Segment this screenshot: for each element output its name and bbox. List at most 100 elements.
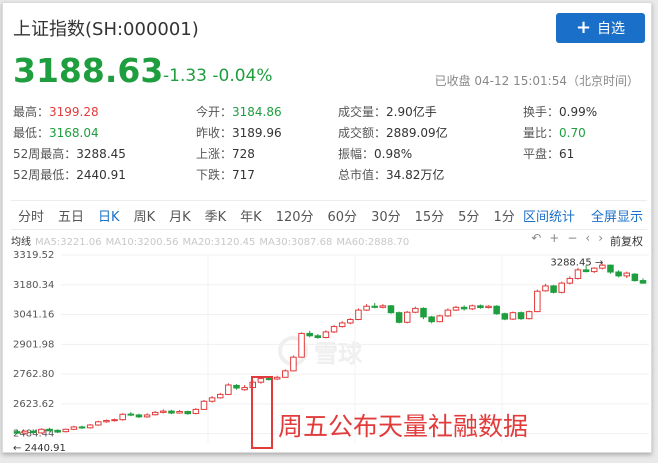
candle	[615, 271, 622, 277]
stat-item: 最低：3168.04	[13, 124, 99, 141]
candle	[200, 400, 208, 410]
tab-分时[interactable]: 分时	[11, 206, 51, 225]
candle	[590, 267, 598, 273]
tab-60分[interactable]: 60分	[321, 206, 365, 225]
tab-list: 分时 五日 日K 周K 月K 季K 年K 120分 60分 30分 15分 5分 1分	[11, 206, 522, 225]
candle	[469, 305, 476, 310]
candle	[225, 384, 232, 395]
y-tick-label: 2762.80	[13, 369, 54, 380]
candle	[103, 420, 110, 423]
candle	[436, 315, 444, 323]
y-tick-label: 2623.62	[13, 399, 54, 410]
stat-label: 总市值：	[338, 168, 387, 182]
tab-周K[interactable]: 周K	[127, 206, 163, 225]
tab-120分[interactable]: 120分	[269, 206, 321, 225]
stat-value: 3199.28	[49, 105, 99, 119]
candle	[273, 376, 281, 380]
stat-item: 平盘：61	[523, 145, 574, 162]
undo-icon[interactable]: ↶	[531, 231, 541, 245]
candle	[176, 411, 183, 414]
stock-title: 上证指数(SH:000001)	[13, 19, 199, 40]
stat-item: 换手：0.99%	[523, 103, 597, 120]
add-to-watchlist-button[interactable]: + 自选	[556, 13, 645, 43]
stat-item: 成交额：2889.09亿	[338, 124, 448, 141]
candle	[38, 428, 45, 434]
candle	[631, 273, 639, 282]
stat-label: 平盘：	[523, 147, 560, 161]
candle	[525, 311, 533, 320]
stat-value: 0.70	[559, 126, 586, 140]
stat-value: 3168.04	[49, 126, 99, 140]
candle	[566, 277, 574, 284]
candle	[542, 285, 549, 292]
min-label: ← 2440.91	[13, 443, 66, 453]
candle	[574, 269, 582, 279]
candle	[355, 309, 362, 321]
stock-quote-card: 上证指数(SH:000001) + 自选 3188.63 -1.33 -0.04…	[2, 2, 652, 453]
candle	[127, 413, 135, 416]
current-price: 3188.63	[13, 51, 164, 90]
candle	[78, 426, 86, 429]
candle	[314, 335, 322, 338]
stat-value: 728	[232, 147, 255, 161]
candle	[119, 413, 126, 421]
max-label: 3288.45 →	[550, 257, 603, 268]
candle	[395, 312, 403, 323]
tab-月K[interactable]: 月K	[162, 206, 198, 225]
stat-label: 换手：	[523, 105, 560, 119]
candle	[509, 312, 517, 320]
candle	[298, 332, 305, 358]
candle	[143, 414, 151, 418]
prev-icon[interactable]: ‹	[585, 231, 590, 245]
tab-季K[interactable]: 季K	[198, 206, 234, 225]
tab-link[interactable]: 全屏显示	[591, 206, 643, 225]
stat-label: 振幅：	[338, 147, 375, 161]
stat-value: 2440.91	[76, 168, 126, 182]
candle	[363, 305, 370, 311]
tab-links: 区间统计 全屏显示	[523, 206, 647, 225]
stat-label: 量比：	[523, 126, 560, 140]
candle	[493, 305, 500, 315]
candle	[412, 307, 419, 313]
stat-value: 3184.86	[232, 105, 282, 119]
candle	[86, 424, 94, 429]
candle	[607, 264, 614, 273]
stat-item: 成交量：2.90亿手	[338, 103, 437, 120]
tab-link[interactable]: 区间统计	[523, 206, 575, 225]
tab-1分[interactable]: 1分	[486, 206, 521, 225]
candle	[54, 429, 61, 433]
tab-日K[interactable]: 日K	[91, 206, 127, 225]
candle	[282, 370, 289, 378]
stat-label: 最低：	[13, 126, 50, 140]
tab-15分[interactable]: 15分	[408, 206, 452, 225]
zoom-out-icon[interactable]: −	[567, 231, 577, 245]
candle	[46, 428, 53, 432]
plus-icon: +	[575, 17, 592, 38]
tab-30分[interactable]: 30分	[364, 206, 408, 225]
candle	[485, 305, 492, 309]
stat-label: 下跌：	[196, 168, 233, 182]
candle	[639, 280, 647, 284]
candle	[29, 430, 37, 433]
stat-value: 3288.45	[76, 147, 126, 161]
candle	[477, 305, 484, 309]
candle	[623, 272, 631, 277]
next-icon[interactable]: ›	[598, 231, 603, 245]
highlight-box	[251, 376, 273, 449]
stat-label: 昨收：	[196, 126, 233, 140]
tab-5分[interactable]: 5分	[451, 206, 486, 225]
stat-value: 2889.09亿	[386, 126, 448, 140]
candle	[233, 384, 240, 389]
chart-annotation: 周五公布天量社融数据	[278, 412, 529, 441]
stat-label: 上涨：	[196, 147, 233, 161]
zoom-in-icon[interactable]: +	[549, 231, 559, 245]
candle	[379, 305, 387, 308]
tab-年K[interactable]: 年K	[233, 206, 269, 225]
candle	[330, 326, 338, 333]
candle	[111, 419, 118, 422]
stat-item: 52周最低：2440.91	[13, 166, 126, 183]
tab-五日[interactable]: 五日	[51, 206, 91, 225]
candle	[168, 410, 175, 414]
add-button-label: 自选	[597, 21, 626, 37]
period-tabs: 分时 五日 日K 周K 月K 季K 年K 120分 60分 30分 15分 5分 1分 区间统计 全屏显示	[11, 200, 647, 230]
